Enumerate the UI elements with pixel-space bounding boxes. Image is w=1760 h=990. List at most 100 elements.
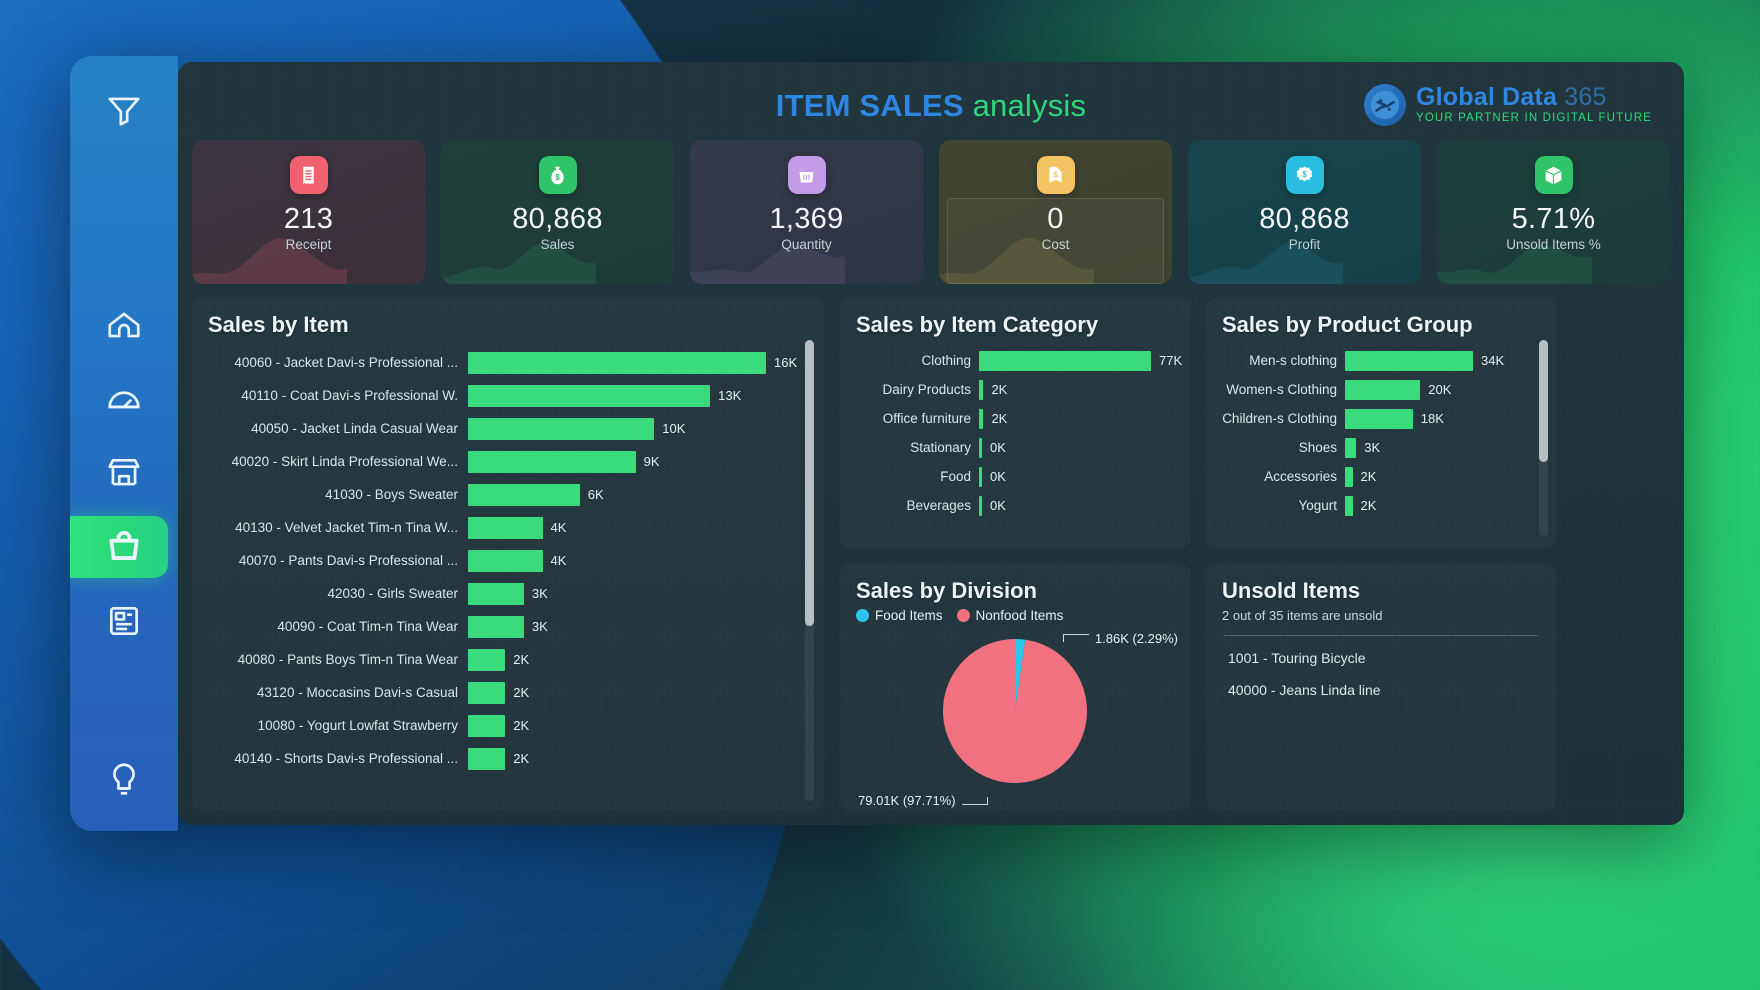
bar-row[interactable]: 42030 - Girls Sweater 3K <box>208 577 808 610</box>
bar[interactable] <box>1345 379 1421 400</box>
bar[interactable] <box>1345 466 1353 487</box>
bar-row[interactable]: 40020 - Skirt Linda Professional We... 9K <box>208 445 808 478</box>
bar-row[interactable]: Beverages 0K <box>856 491 1174 520</box>
kpi-card-quantity[interactable]: 1,369 Quantity <box>690 140 923 284</box>
kpi-card-profit[interactable]: $80,868 Profit <box>1188 140 1421 284</box>
bar-row[interactable]: 40090 - Coat Tim-n Tina Wear 3K <box>208 610 808 643</box>
bar[interactable] <box>468 582 524 605</box>
bar[interactable] <box>468 351 766 374</box>
bar[interactable] <box>1345 408 1413 429</box>
brand-logo: Global Data 365 YOUR PARTNER IN DIGITAL … <box>1364 84 1652 126</box>
sidebar-item-report[interactable] <box>70 584 178 658</box>
bar-row[interactable]: Clothing 77K <box>856 346 1182 375</box>
bar[interactable] <box>468 450 636 473</box>
bar[interactable] <box>468 384 711 407</box>
dashboard-grid: Sales by Item 40060 - Jacket Davi-s Prof… <box>192 298 1670 811</box>
dashboard-header: ITEM SALES analysis Global Data 365 YOUR… <box>192 72 1670 140</box>
bar[interactable] <box>979 350 1151 371</box>
bar[interactable] <box>979 495 982 516</box>
legend-item[interactable]: Nonfood Items <box>956 608 1064 623</box>
sidebar-item-home[interactable] <box>70 288 178 362</box>
bar-value-label: 0K <box>990 469 1006 484</box>
package-icon <box>1534 156 1573 194</box>
bar-row[interactable]: 43120 - Moccasins Davi-s Casual 2K <box>208 676 808 709</box>
kpi-card-cost[interactable]: $0 Cost <box>939 140 1172 284</box>
panel-title-item-category: Sales by Item Category <box>856 312 1099 337</box>
bar-row[interactable]: 40070 - Pants Davi-s Professional ... 4K <box>208 544 808 577</box>
kpi-card-unsold-items[interactable]: 5.71% Unsold Items % <box>1437 140 1670 284</box>
bar[interactable] <box>468 615 524 638</box>
bar[interactable] <box>468 681 506 704</box>
bar-row[interactable]: Children-s Clothing 18K <box>1222 404 1540 433</box>
bar-value-label: 3K <box>531 586 548 601</box>
bar-row[interactable]: Stationary 0K <box>856 433 1174 462</box>
unsold-list-item[interactable]: 40000 - Jeans Linda line <box>1222 674 1540 706</box>
bar-track: 10K <box>468 417 808 440</box>
bar[interactable] <box>468 516 543 539</box>
bar-row[interactable]: Office furniture 2K <box>856 404 1174 433</box>
pie-slice[interactable] <box>943 639 1087 783</box>
bar[interactable] <box>979 466 982 487</box>
scrollbar-product-group[interactable] <box>1539 340 1548 536</box>
bar-row[interactable]: Women-s Clothing 20K <box>1222 375 1540 404</box>
bar-row[interactable]: Yogurt 2K <box>1222 491 1540 520</box>
bar-row[interactable]: 40110 - Coat Davi-s Professional W. 13K <box>208 379 808 412</box>
panel-sales-by-item-category: Sales by Item Category Clothing 77K Dairy … <box>840 298 1190 548</box>
kpi-card-receipt[interactable]: 213 Receipt <box>192 140 425 284</box>
bar-value-label: 2K <box>513 751 530 766</box>
bar-track: 4K <box>468 516 808 539</box>
bar-category-label: Clothing <box>921 353 971 368</box>
bar-row[interactable]: Food 0K <box>856 462 1174 491</box>
pie-callout-nonfood-items: 79.01K (97.71%) <box>858 793 988 808</box>
bar-row[interactable]: 40080 - Pants Boys Tim-n Tina Wear 2K <box>208 643 808 676</box>
bar-track: 3K <box>468 582 808 605</box>
bar-row[interactable]: Dairy Products 2K <box>856 375 1174 404</box>
bar[interactable] <box>468 549 543 572</box>
filter-icon[interactable] <box>96 82 152 138</box>
shopping-bag-icon <box>96 519 152 575</box>
bar[interactable] <box>468 648 506 671</box>
bar-row[interactable]: 40130 - Velvet Jacket Tim-n Tina W... 4K <box>208 511 808 544</box>
legend-label: Nonfood Items <box>975 608 1064 623</box>
bar-track: 3K <box>1345 437 1540 458</box>
bar-track: 13K <box>468 384 808 407</box>
panel-title-product-group: Sales by Product Group <box>1222 312 1473 337</box>
bar-row[interactable]: 41030 - Boys Sweater 6K <box>208 478 808 511</box>
bar-value-label: 4K <box>550 553 567 568</box>
bar-row[interactable]: 10080 - Yogurt Lowfat Strawberry 2K <box>208 709 808 742</box>
bar[interactable] <box>468 714 506 737</box>
bar[interactable] <box>1345 495 1353 516</box>
bar-value-label: 20K <box>1428 382 1452 397</box>
legend-item[interactable]: Food Items <box>856 608 943 623</box>
bar-track: 2K <box>979 408 1174 429</box>
bar[interactable] <box>979 408 984 429</box>
scrollbar-sales-by-item[interactable] <box>805 340 814 801</box>
bar[interactable] <box>1345 437 1357 458</box>
sidebar-item-store[interactable] <box>70 436 178 510</box>
bar-row[interactable]: Shoes 3K <box>1222 433 1540 462</box>
report-icon <box>96 593 152 649</box>
panel-title-unsold: Unsold Items <box>1222 578 1361 603</box>
bar-track: 16K <box>468 351 808 374</box>
unsold-list-item[interactable]: 1001 - Touring Bicycle <box>1222 642 1540 674</box>
bar[interactable] <box>468 483 580 506</box>
bar-value-label: 2K <box>1360 498 1377 513</box>
bar[interactable] <box>979 437 982 458</box>
kpi-value: 0 <box>1047 203 1064 235</box>
lightbulb-icon[interactable] <box>96 751 152 807</box>
bar-row[interactable]: Accessories 2K <box>1222 462 1540 491</box>
bar-row[interactable]: 40140 - Shorts Davi-s Professional ... 2K <box>208 742 808 775</box>
gauge-icon <box>96 371 152 427</box>
bar[interactable] <box>979 379 984 400</box>
bar-category-label: 40020 - Skirt Linda Professional We... <box>231 454 458 469</box>
sidebar-item-item-sales[interactable] <box>70 510 178 584</box>
bar[interactable] <box>468 417 655 440</box>
bar-row[interactable]: 40050 - Jacket Linda Casual Wear 10K <box>208 412 808 445</box>
bar-row[interactable]: Men-s clothing 34K <box>1222 346 1540 375</box>
bar-row[interactable]: 40060 - Jacket Davi-s Professional ... 16… <box>208 346 808 379</box>
sidebar-item-overview[interactable] <box>70 362 178 436</box>
bar[interactable] <box>1345 350 1473 371</box>
sidebar <box>70 56 178 831</box>
kpi-card-sales[interactable]: $80,868 Sales <box>441 140 674 284</box>
bar[interactable] <box>468 747 506 770</box>
